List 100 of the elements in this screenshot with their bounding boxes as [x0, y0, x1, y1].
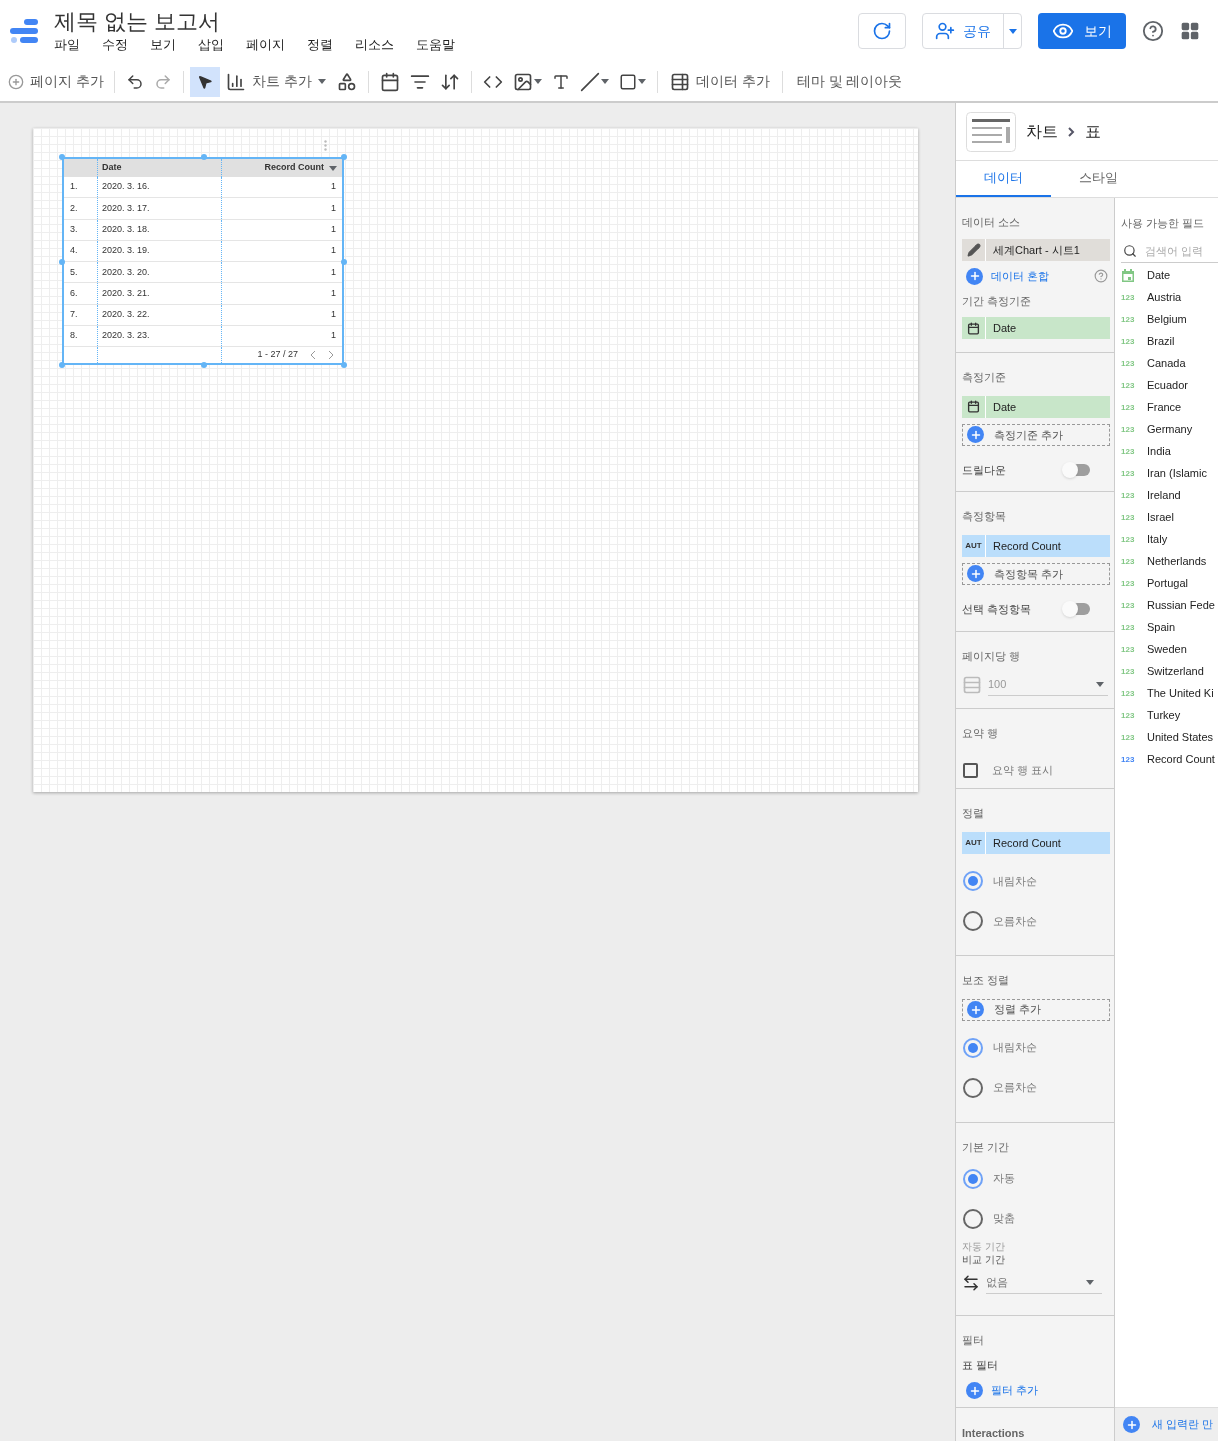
- field-item[interactable]: 123 Canada: [1121, 352, 1218, 375]
- number-type-icon: 123: [1121, 313, 1135, 326]
- more-options-icon[interactable]: [324, 140, 327, 151]
- resize-handle[interactable]: [59, 154, 65, 160]
- blend-data-link[interactable]: 데이터 혼합: [991, 267, 1050, 285]
- field-item[interactable]: 123 Belgium: [1121, 308, 1218, 331]
- menu-item[interactable]: 리소스: [355, 36, 394, 54]
- field-item[interactable]: 123 Austria: [1121, 286, 1218, 309]
- field-item[interactable]: 123 Italy: [1121, 528, 1218, 551]
- data-source-chip[interactable]: 세계Chart - 시트1: [962, 239, 1110, 261]
- square-icon: [618, 72, 637, 91]
- radio-option[interactable]: 오름차순: [963, 1077, 1108, 1098]
- resize-handle[interactable]: [201, 154, 207, 160]
- metric-chip[interactable]: AUT Record Count: [962, 534, 1110, 557]
- refresh-button[interactable]: [858, 13, 906, 49]
- radio-option[interactable]: 오름차순: [963, 910, 1108, 931]
- menu-item[interactable]: 파일: [54, 36, 80, 54]
- toggle-switch[interactable]: [1064, 464, 1090, 477]
- radio-option[interactable]: 자동: [963, 1168, 1108, 1189]
- add-field-button[interactable]: 측정항목 추가: [962, 562, 1110, 585]
- apps-icon[interactable]: [1180, 21, 1200, 41]
- field-item[interactable]: 123 India: [1121, 440, 1218, 463]
- resize-handle[interactable]: [201, 362, 207, 368]
- field-item[interactable]: 123 France: [1121, 396, 1218, 419]
- comparison-select[interactable]: 없음: [986, 1271, 1102, 1294]
- table-cell: 2020. 3. 19.: [97, 240, 221, 262]
- add-field-button[interactable]: 측정기준 추가: [962, 423, 1110, 446]
- add-field-button[interactable]: 정렬 추가: [962, 998, 1110, 1021]
- view-button[interactable]: 보기: [1038, 13, 1126, 49]
- theme-layout-button[interactable]: 테마 및 레이아웃: [788, 71, 911, 92]
- field-item[interactable]: 123 Ireland: [1121, 484, 1218, 507]
- sort-field-chip[interactable]: AUT Record Count: [962, 831, 1110, 854]
- row-number: 8.: [69, 329, 79, 343]
- field-item[interactable]: 123 Sweden: [1121, 638, 1218, 661]
- table-cell: 1: [221, 283, 342, 304]
- field-item[interactable]: 123 Iran (Islamic: [1121, 462, 1218, 485]
- table-cell: 1: [221, 304, 342, 326]
- pencil-icon: [966, 243, 981, 257]
- menu-item[interactable]: 도움말: [416, 36, 455, 54]
- field-item[interactable]: 123 The United Ki: [1121, 682, 1218, 705]
- field-item[interactable]: 123 Netherlands: [1121, 550, 1218, 573]
- field-item[interactable]: 123 Record Count: [1121, 748, 1218, 771]
- image-icon: [512, 71, 533, 92]
- menu-item[interactable]: 보기: [150, 36, 176, 54]
- toggle-label: 선택 측정항목: [962, 601, 1032, 617]
- number-type-icon: 123: [1121, 511, 1135, 524]
- column-header[interactable]: Record Count: [221, 159, 342, 177]
- select-tool-icon[interactable]: [189, 66, 220, 97]
- table-chart[interactable]: Date Record Count 1. 2020. 3. 16. 1 2. 2020. 3. 17. 1 3. 2020. 3. 18. 1 4. 2020. 3. 19. 1 5. 2020. 3. 20. 1 6. 2020. 3. 21. 1 7. 2020. 3. 22. 1 8. 2020. 3. 23. 1 1 - 27 / 27: [62, 157, 344, 365]
- report-title[interactable]: 제목 없는 보고서: [54, 8, 455, 36]
- field-item[interactable]: 123 Brazil: [1121, 330, 1218, 353]
- add-filter-link[interactable]: 필터 추가: [991, 1382, 1039, 1399]
- radio-option[interactable]: 맞춤: [963, 1208, 1108, 1229]
- resize-handle[interactable]: [341, 259, 347, 265]
- summary-row-checkbox[interactable]: 요약 행 표시: [962, 761, 1108, 779]
- menu-item[interactable]: 수정: [102, 36, 128, 54]
- field-item[interactable]: 123 Russian Fede: [1121, 594, 1218, 617]
- menu-item[interactable]: 정렬: [307, 36, 333, 54]
- calendar-icon: [967, 321, 980, 335]
- resize-handle[interactable]: [341, 154, 347, 160]
- toggle-switch[interactable]: [1064, 603, 1090, 616]
- plus-icon: [967, 426, 984, 444]
- help-icon[interactable]: [1094, 269, 1108, 283]
- field-item[interactable]: 123 Turkey: [1121, 704, 1218, 727]
- table-cell: 2020. 3. 20.: [97, 262, 221, 283]
- section-heading: 요약 행: [962, 725, 1000, 740]
- date-field-chip[interactable]: Date: [962, 317, 1110, 339]
- radio-option[interactable]: 내림차순: [963, 1037, 1108, 1058]
- resize-handle[interactable]: [59, 259, 65, 265]
- number-type-icon: 123: [1121, 335, 1135, 348]
- field-item[interactable]: 123 United States: [1121, 726, 1218, 749]
- field-item[interactable]: 123 Spain: [1121, 616, 1218, 639]
- create-field-link[interactable]: 새 입력란 만: [1152, 1416, 1214, 1433]
- resize-handle[interactable]: [59, 362, 65, 368]
- share-button[interactable]: 공유: [922, 13, 1022, 49]
- field-item[interactable]: 123 Israel: [1121, 506, 1218, 529]
- field-item[interactable]: 123 Switzerland: [1121, 660, 1218, 683]
- table-chart-icon: [966, 111, 1016, 152]
- field-item[interactable]: 123 Ecuador: [1121, 374, 1218, 397]
- help-icon[interactable]: [1142, 20, 1164, 42]
- menu-item[interactable]: 삽입: [198, 36, 224, 54]
- table-cell: 1: [221, 326, 342, 347]
- add-page-button[interactable]: 페이지 추가: [4, 71, 108, 92]
- section-heading: 데이터 소스: [962, 215, 1022, 229]
- field-item[interactable]: 123 Portugal: [1121, 572, 1218, 595]
- panel-tab[interactable]: 스타일: [1051, 161, 1146, 197]
- field-item[interactable]: 123 Germany: [1121, 418, 1218, 441]
- resize-handle[interactable]: [341, 362, 347, 368]
- previous-page-icon[interactable]: [310, 350, 316, 361]
- add-chart-button[interactable]: 차트 추가: [219, 71, 332, 92]
- next-page-icon[interactable]: [328, 350, 334, 361]
- menu-item[interactable]: 페이지: [246, 36, 285, 54]
- dimension-chip[interactable]: Date: [962, 395, 1110, 418]
- number-type-icon: 123: [1121, 423, 1135, 436]
- radio-option[interactable]: 내림차순: [963, 870, 1108, 891]
- field-item[interactable]: Date: [1121, 264, 1218, 287]
- field-search[interactable]: 검색어 입력: [1145, 242, 1218, 260]
- add-data-button[interactable]: 데이터 추가: [663, 71, 776, 92]
- add-icon: [8, 73, 24, 90]
- section-heading: 사용 가능한 필드: [1121, 216, 1206, 231]
